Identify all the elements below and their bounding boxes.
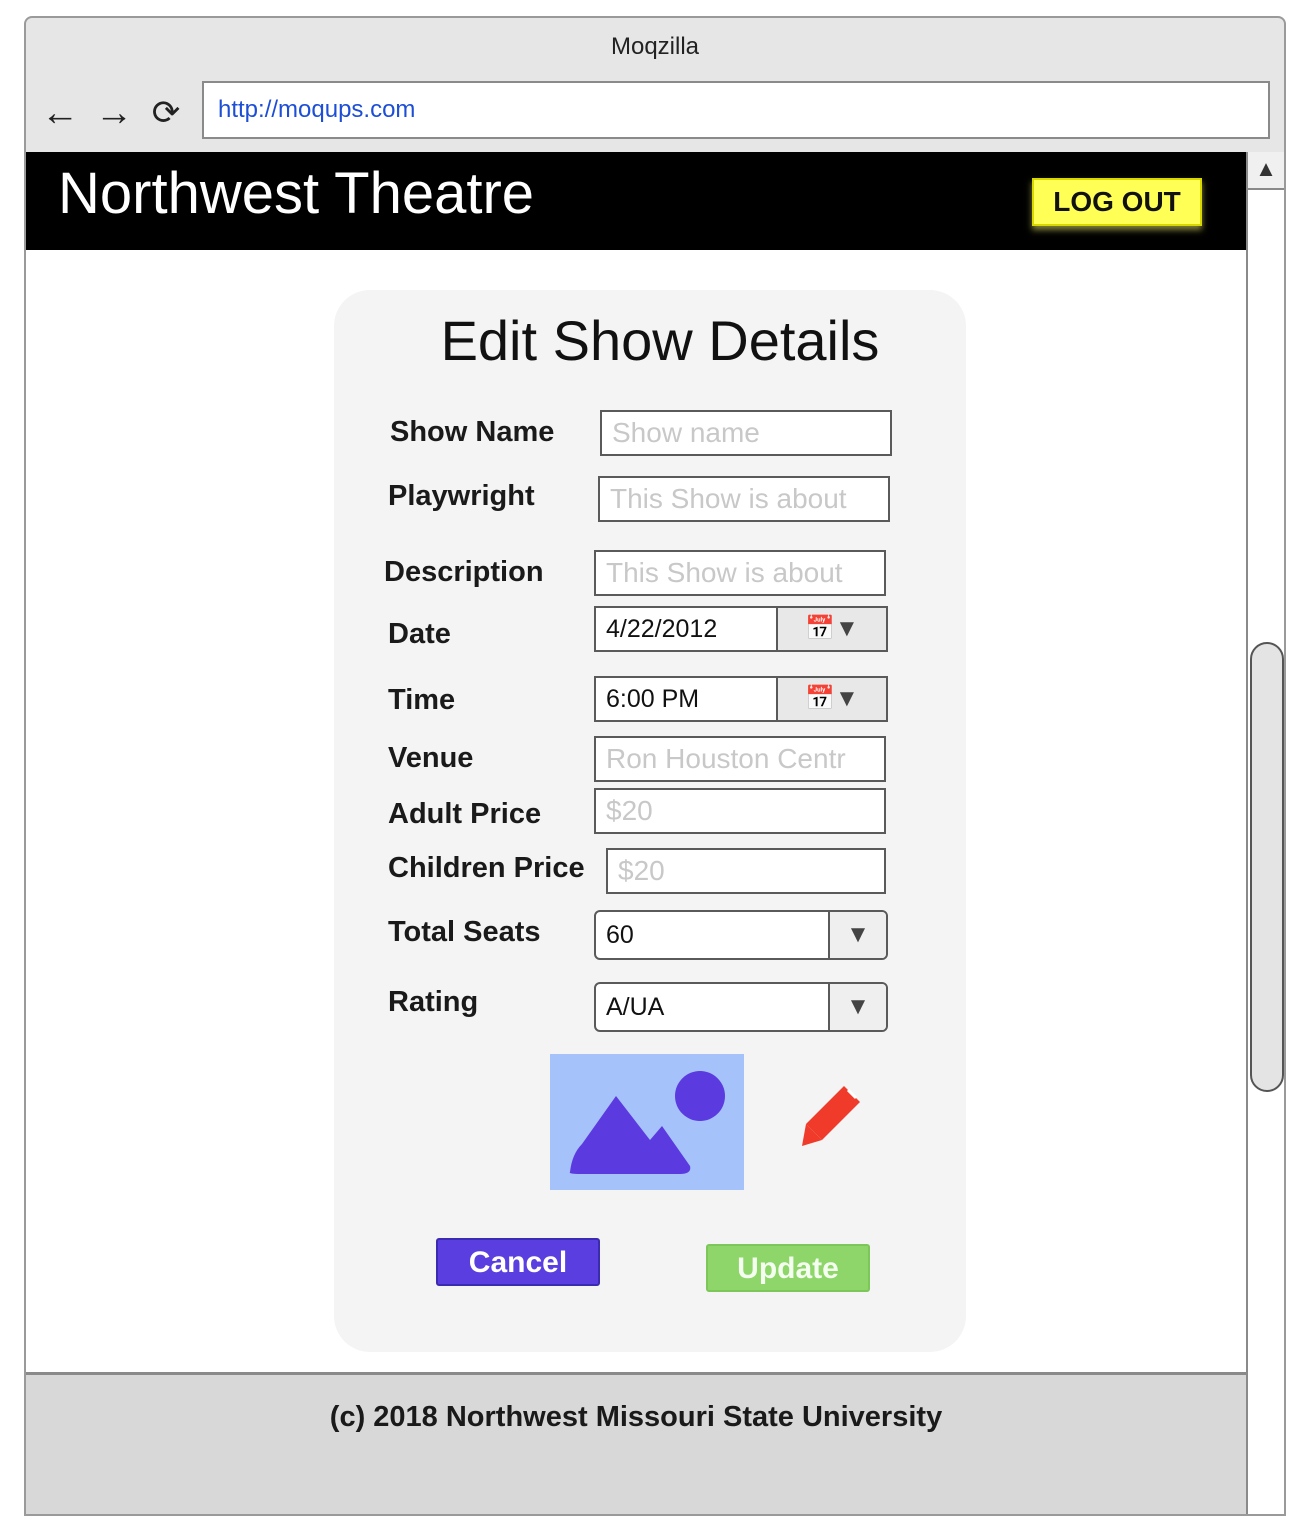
total-seats-value: 60	[606, 921, 634, 949]
date-label: Date	[388, 618, 451, 650]
chevron-down-icon[interactable]: ▼	[828, 912, 886, 958]
copyright-text: (c) 2018 Northwest Missouri State Univer…	[329, 1401, 943, 1433]
browser-window: Moqzilla ← → ⟳ http://moqups.com Northwe…	[24, 16, 1286, 1516]
edit-show-panel: Edit Show Details Show Name Show name Pl…	[334, 290, 966, 1352]
logout-button[interactable]: LOG OUT	[1032, 178, 1202, 226]
vertical-scrollbar[interactable]: ▲	[1246, 152, 1284, 1514]
time-value: 6:00 PM	[606, 685, 700, 713]
playwright-label: Playwright	[388, 480, 535, 512]
time-label: Time	[388, 684, 456, 716]
back-arrow-icon[interactable]: ←	[40, 88, 80, 138]
rating-label: Rating	[388, 986, 479, 1018]
site-header: Northwest Theatre LOG OUT	[26, 152, 1246, 250]
site-footer: (c) 2018 Northwest Missouri State Univer…	[26, 1372, 1246, 1514]
rating-value: A/UA	[606, 993, 665, 1021]
time-picker[interactable]: 6:00 PM 📅▼	[594, 676, 888, 722]
description-input[interactable]: This Show is about	[594, 550, 886, 596]
reload-icon[interactable]: ⟳	[146, 88, 186, 138]
scroll-thumb[interactable]	[1250, 642, 1284, 1092]
venue-label: Venue	[388, 742, 474, 774]
adult-price-input[interactable]: $20	[594, 788, 886, 834]
date-value: 4/22/2012	[606, 615, 718, 643]
total-seats-select[interactable]: 60 ▼	[594, 910, 888, 960]
time-dropdown-icon[interactable]: 📅▼	[776, 678, 886, 720]
description-label: Description	[384, 556, 544, 588]
site-title: Northwest Theatre	[58, 161, 535, 226]
navigation-bar: ← → ⟳ http://moqups.com	[26, 78, 1284, 152]
children-price-input[interactable]: $20	[606, 848, 886, 894]
scroll-up-arrow-icon[interactable]: ▲	[1248, 152, 1284, 190]
forward-arrow-icon[interactable]: →	[94, 88, 134, 138]
pencil-edit-icon[interactable]	[798, 1082, 868, 1152]
calendar-dropdown-icon[interactable]: 📅▼	[776, 608, 886, 650]
date-picker[interactable]: 4/22/2012 📅▼	[594, 606, 888, 652]
update-button[interactable]: Update	[706, 1244, 870, 1292]
rating-select[interactable]: A/UA ▼	[594, 982, 888, 1032]
show-name-input[interactable]: Show name	[600, 410, 892, 456]
venue-input[interactable]: Ron Houston Centr	[594, 736, 886, 782]
total-seats-label: Total Seats	[388, 916, 541, 948]
address-bar[interactable]: http://moqups.com	[202, 81, 1270, 139]
playwright-input[interactable]: This Show is about	[598, 476, 890, 522]
page-viewport: Northwest Theatre LOG OUT Edit Show Deta…	[26, 152, 1246, 1514]
children-price-label: Children Price	[388, 852, 585, 884]
chevron-down-icon[interactable]: ▼	[828, 984, 886, 1030]
adult-price-label: Adult Price	[388, 798, 542, 830]
cancel-button[interactable]: Cancel	[436, 1238, 600, 1286]
window-title: Moqzilla	[610, 33, 700, 60]
page-title: Edit Show Details	[440, 309, 880, 372]
image-placeholder-icon	[550, 1054, 744, 1190]
show-name-label: Show Name	[390, 416, 555, 448]
